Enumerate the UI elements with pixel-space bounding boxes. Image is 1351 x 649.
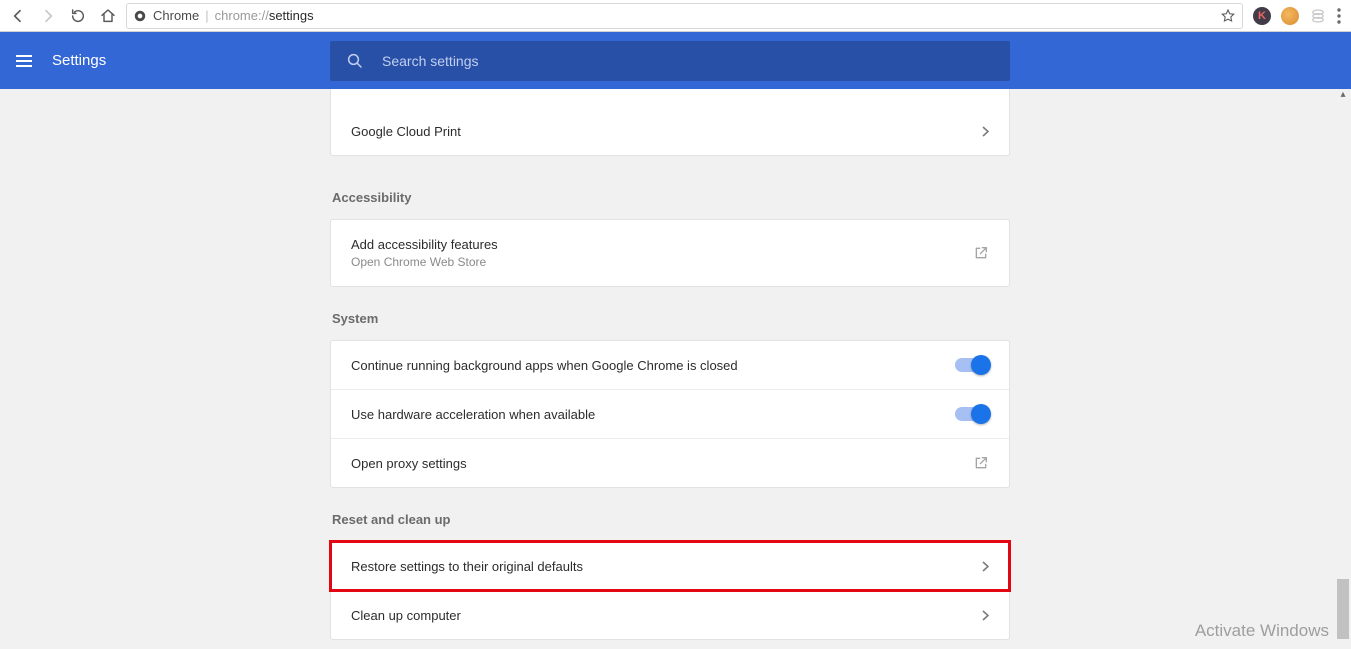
hamburger-menu-icon[interactable] (16, 55, 32, 67)
extension-icon-1[interactable]: K (1253, 7, 1271, 25)
browser-toolbar: Chrome | chrome://settings K (0, 0, 1351, 32)
address-origin: Chrome (153, 8, 199, 23)
printing-card: Google Cloud Print (330, 89, 1010, 156)
hardware-acceleration-row[interactable]: Use hardware acceleration when available (331, 390, 1009, 438)
windows-activation-watermark: Activate Windows (1195, 621, 1329, 641)
accessibility-card: Add accessibility features Open Chrome W… (330, 219, 1010, 287)
search-settings-input[interactable] (382, 53, 994, 69)
chrome-menu-button[interactable] (1337, 8, 1341, 24)
clean-up-computer-row[interactable]: Clean up computer (331, 591, 1009, 639)
chevron-right-icon (982, 561, 989, 572)
scrollbar[interactable]: ▴ (1335, 89, 1351, 649)
chrome-favicon-icon (133, 9, 147, 23)
hardware-acceleration-toggle[interactable] (955, 407, 989, 421)
scrollbar-thumb[interactable] (1337, 579, 1349, 639)
row-label: Google Cloud Print (351, 124, 461, 139)
section-title-system: System (332, 311, 1010, 326)
proxy-settings-row[interactable]: Open proxy settings (331, 439, 1009, 487)
background-apps-toggle[interactable] (955, 358, 989, 372)
chevron-right-icon (982, 126, 989, 137)
background-apps-row[interactable]: Continue running background apps when Go… (331, 341, 1009, 389)
bookmark-star-icon[interactable] (1220, 8, 1236, 24)
row-label: Use hardware acceleration when available (351, 407, 595, 422)
settings-content: Google Cloud Print Accessibility Add acc… (0, 89, 1351, 649)
external-link-icon (973, 455, 989, 471)
extension-icon-2[interactable] (1281, 7, 1299, 25)
section-title-reset: Reset and clean up (332, 512, 1010, 527)
forward-button[interactable] (36, 4, 60, 28)
settings-header: Settings (0, 32, 1351, 89)
reload-button[interactable] (66, 4, 90, 28)
row-label: Open proxy settings (351, 456, 467, 471)
reset-card: Restore settings to their original defau… (330, 541, 1010, 640)
extension-icon-3[interactable] (1309, 7, 1327, 25)
chevron-right-icon (982, 610, 989, 621)
row-sublabel: Open Chrome Web Store (351, 255, 498, 269)
extensions-area: K (1249, 7, 1345, 25)
address-url: chrome://settings (215, 8, 314, 23)
page-title: Settings (52, 52, 106, 69)
add-accessibility-features-row[interactable]: Add accessibility features Open Chrome W… (331, 220, 1009, 286)
row-label: Add accessibility features (351, 237, 498, 252)
system-card: Continue running background apps when Go… (330, 340, 1010, 488)
address-bar[interactable]: Chrome | chrome://settings (126, 3, 1243, 29)
scroll-up-arrow-icon[interactable]: ▴ (1335, 89, 1351, 100)
row-label: Restore settings to their original defau… (351, 559, 583, 574)
back-button[interactable] (6, 4, 30, 28)
row-label: Continue running background apps when Go… (351, 358, 738, 373)
home-button[interactable] (96, 4, 120, 28)
search-icon (346, 52, 364, 70)
external-link-icon (973, 245, 989, 261)
section-title-accessibility: Accessibility (332, 190, 1010, 205)
restore-defaults-row[interactable]: Restore settings to their original defau… (331, 542, 1009, 590)
search-settings-box[interactable] (330, 41, 1010, 81)
row-label: Clean up computer (351, 608, 461, 623)
google-cloud-print-row[interactable]: Google Cloud Print (331, 107, 1009, 155)
